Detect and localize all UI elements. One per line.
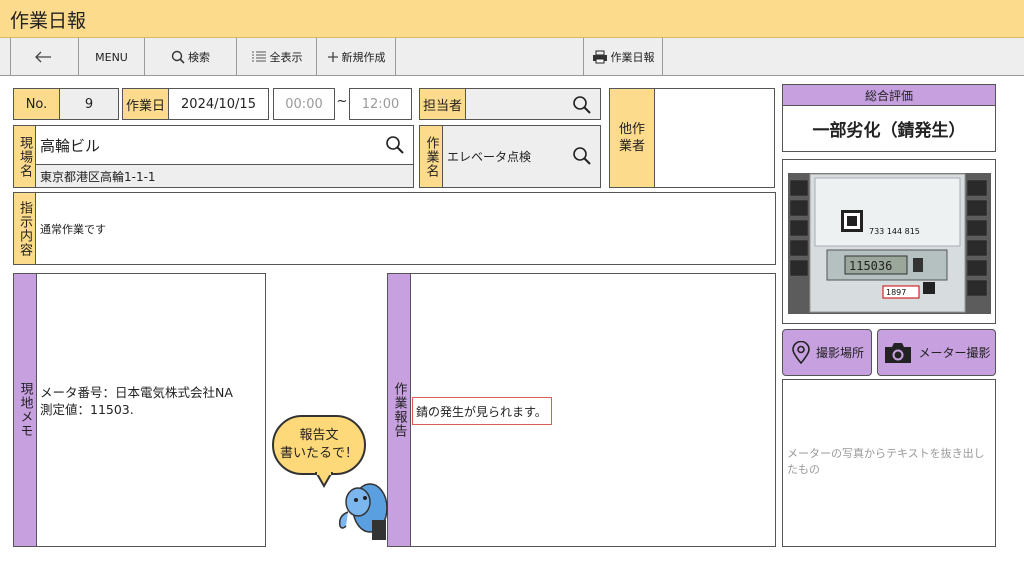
elephant-mascot-icon <box>338 483 388 540</box>
evaluation-field[interactable]: 一部劣化（錆発生） <box>782 105 996 152</box>
work-name-label: 作業名 <box>419 125 443 188</box>
show-all-button[interactable]: 全表示 <box>236 38 316 76</box>
instructions-label-text: 指示内容 <box>17 200 32 257</box>
photo-display-text: 115036 <box>849 259 892 273</box>
list-icon <box>251 51 266 62</box>
memo-line-2: 測定値：11503. <box>40 402 134 417</box>
title-bar: 作業日報 <box>0 0 1024 38</box>
no-value: 9 <box>84 96 94 112</box>
toolbar: MENU 検索 全表示 新規作成 作業日報 <box>0 38 1024 76</box>
evaluation-label: 総合評価 <box>782 84 996 106</box>
start-time-field[interactable]: 00:00 <box>273 88 335 120</box>
work-name-label-text: 作業名 <box>423 135 439 178</box>
meter-button-label: メーター撮影 <box>918 346 991 360</box>
no-label-text: No. <box>25 96 48 112</box>
report-field[interactable]: 錆の発生が見られます。 <box>410 273 776 547</box>
assignee-search-icon[interactable] <box>572 95 592 115</box>
site-search-icon[interactable] <box>385 135 405 155</box>
work-name-field[interactable]: エレベータ点検 <box>442 125 601 188</box>
camera-icon <box>885 342 912 363</box>
date-value: 2024/10/15 <box>181 96 256 112</box>
evaluation-label-text: 総合評価 <box>864 88 913 103</box>
plus-icon <box>327 52 338 62</box>
speech-bubble: 報告文 書いたるで！ <box>272 415 366 475</box>
back-arrow-icon <box>35 51 51 63</box>
end-time-field[interactable]: 12:00 <box>349 88 412 120</box>
search-icon <box>171 50 185 64</box>
location-button[interactable]: 撮影場所 <box>782 329 872 376</box>
back-button[interactable] <box>10 38 78 76</box>
meter-photo: 733 144 815 115036 1897 <box>783 160 995 323</box>
date-label-text: 作業日 <box>125 98 165 114</box>
extracted-text-field[interactable]: メーターの写真からテキストを抜き出したもの <box>782 379 996 547</box>
report-highlight[interactable]: 錆の発生が見られます。 <box>412 397 552 425</box>
bubble-line-2: 書いたるで！ <box>279 446 358 461</box>
start-time-value: 00:00 <box>285 96 323 112</box>
date-label: 作業日 <box>122 88 169 120</box>
printer-icon <box>592 50 607 64</box>
app-title: 作業日報 <box>10 10 87 32</box>
print-report-button[interactable]: 作業日報 <box>583 38 663 76</box>
no-label: No. <box>13 88 60 120</box>
photo-serial-text: 1897 <box>886 288 906 297</box>
report-label-text: 作業報告 <box>391 382 407 438</box>
memo-label-text: 現地メモ <box>17 382 33 438</box>
assignee-label: 担当者 <box>419 88 466 120</box>
date-field[interactable]: 2024/10/15 <box>168 88 269 120</box>
site-address-field[interactable]: 東京都港区高輪1-1-1 <box>35 164 414 188</box>
report-label: 作業報告 <box>387 273 411 547</box>
instructions-field[interactable]: 通常作業です <box>35 192 776 265</box>
work-search-icon[interactable] <box>572 146 592 166</box>
bubble-line-1: 報告文 <box>299 428 339 443</box>
extracted-text-placeholder: メーターの写真からテキストを抜き出したもの <box>787 447 985 476</box>
memo-label: 現地メモ <box>13 273 37 547</box>
photo-label-text: 733 144 815 <box>869 227 920 236</box>
site-name-value: 高輪ビル <box>40 136 101 155</box>
site-label-text: 現場名 <box>17 135 32 178</box>
print-label: 作業日報 <box>610 51 655 64</box>
photo-frame[interactable]: 733 144 815 115036 1897 <box>782 159 996 324</box>
other-workers-label-text: 他作業者 <box>618 122 645 154</box>
location-pin-icon <box>792 340 810 364</box>
assignee-label-text: 担当者 <box>422 98 462 114</box>
location-button-label: 撮影場所 <box>815 346 864 360</box>
memo-line-1: メータ番号：日本電気株式会社NA <box>40 385 233 400</box>
evaluation-value: 一部劣化（錆発生） <box>812 121 966 141</box>
end-time-value: 12:00 <box>361 96 400 112</box>
site-address-value: 東京都港区高輪1-1-1 <box>40 169 156 184</box>
other-workers-field[interactable] <box>654 88 775 188</box>
instructions-label: 指示内容 <box>13 192 36 265</box>
instructions-value: 通常作業です <box>40 222 106 236</box>
work-name-value: エレベータ点検 <box>447 150 532 164</box>
new-label: 新規作成 <box>341 51 386 64</box>
menu-label: MENU <box>95 50 128 64</box>
assignee-field[interactable] <box>465 88 601 120</box>
bubble-tail-icon <box>314 472 334 488</box>
menu-button[interactable]: MENU <box>78 38 144 76</box>
show-all-label: 全表示 <box>269 51 303 64</box>
meter-photo-button[interactable]: メーター撮影 <box>877 329 996 376</box>
no-field[interactable]: 9 <box>59 88 119 120</box>
site-label: 現場名 <box>13 125 36 188</box>
time-separator: ~ <box>336 94 348 109</box>
search-label: 検索 <box>188 51 210 64</box>
search-button[interactable]: 検索 <box>144 38 236 76</box>
site-name-field[interactable]: 高輪ビル <box>35 125 414 165</box>
report-value: 錆の発生が見られます。 <box>416 404 547 419</box>
other-workers-label: 他作業者 <box>609 88 655 188</box>
new-button[interactable]: 新規作成 <box>316 38 396 76</box>
memo-field[interactable]: メータ番号：日本電気株式会社NA 測定値：11503. <box>36 273 266 547</box>
